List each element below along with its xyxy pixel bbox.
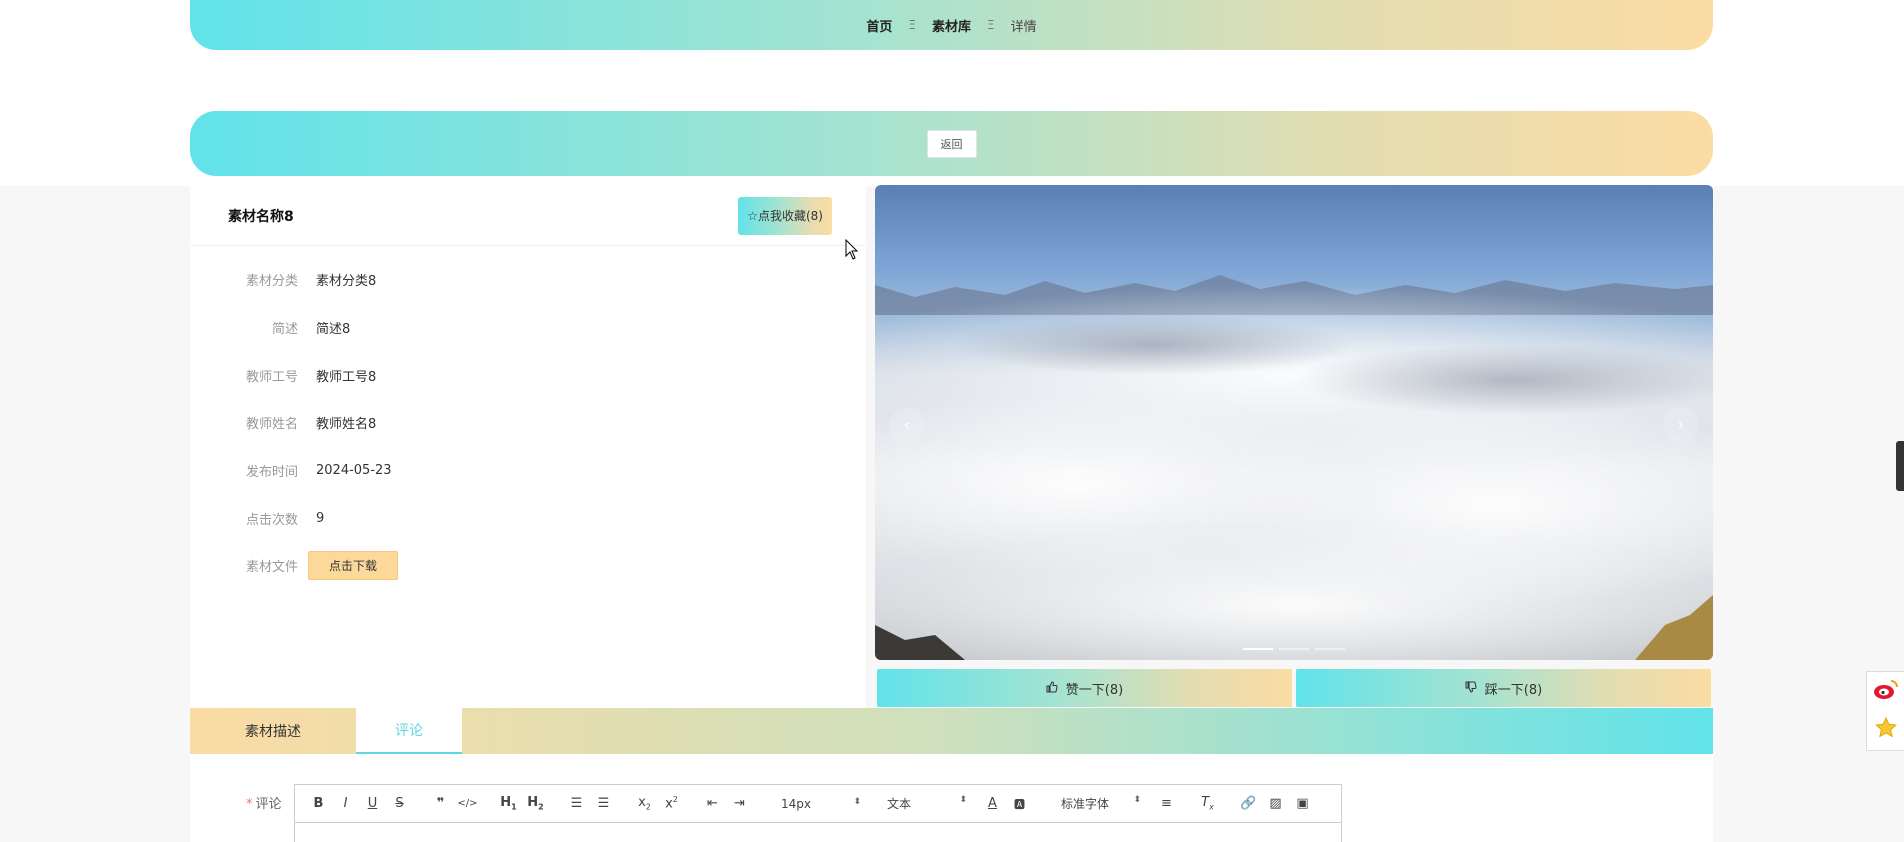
weibo-icon[interactable]	[1873, 678, 1899, 704]
font-family-select[interactable]: 标准字体 ⬍	[1047, 795, 1141, 812]
field-publish-date: 发布时间 2024-05-23	[190, 447, 866, 495]
field-teacher-id: 教师工号 教师工号8	[190, 351, 866, 399]
breadcrumb-library[interactable]: 素材库	[932, 16, 971, 35]
background-color-icon[interactable]: 🅰	[1006, 796, 1033, 812]
chevron-updown-icon: ⬍	[959, 795, 967, 805]
breadcrumb-separator-icon: Ξ	[987, 18, 995, 32]
comment-form: * 评论 B I U S ❞ </> H1 H2 ☰ ☰ x2 x2 ⇤ ⇥ 14…	[190, 754, 1713, 842]
align-icon[interactable]: ≡	[1153, 796, 1180, 811]
like-label: 赞一下(8)	[1065, 682, 1124, 698]
favorite-button[interactable]: ☆点我收藏(8)	[738, 196, 832, 235]
field-label: 教师工号	[245, 369, 298, 385]
carousel-indicators	[875, 648, 1713, 650]
breadcrumb: 首页 Ξ 素材库 Ξ 详情	[190, 0, 1713, 50]
image-carousel[interactable]: ‹ ›	[875, 185, 1713, 660]
thumbs-up-icon	[1046, 680, 1058, 696]
side-drawer-handle[interactable]	[1896, 441, 1904, 491]
chevron-updown-icon: ⬍	[853, 796, 861, 807]
code-block-icon[interactable]: </>	[454, 798, 481, 809]
field-summary: 简述 简述8	[190, 304, 866, 352]
block-type-select[interactable]: 文本 ⬍	[873, 795, 967, 812]
detail-header: 素材名称8 ☆点我收藏(8)	[190, 186, 866, 246]
required-mark: *	[246, 797, 253, 812]
image-icon[interactable]: ▨	[1262, 796, 1289, 811]
ordered-list-icon[interactable]: ☰	[563, 796, 590, 811]
thumbs-down-icon	[1465, 681, 1477, 696]
field-value: 9	[316, 510, 325, 526]
star-favorite-icon[interactable]	[1874, 716, 1898, 744]
detail-info-panel: 素材名称8 ☆点我收藏(8) 素材分类 素材分类8 简述 简述8 教师工号 教师…	[190, 186, 866, 708]
italic-icon[interactable]: I	[332, 796, 359, 811]
field-label: 发布时间	[245, 465, 298, 481]
outdent-icon[interactable]: ⇤	[699, 796, 726, 811]
content-tabs: 素材描述 评论	[190, 708, 1713, 754]
field-label: 素材文件	[245, 560, 298, 576]
share-widget	[1866, 671, 1904, 751]
field-value: 素材分类8	[316, 274, 377, 290]
comment-label-text: 评论	[255, 797, 282, 812]
like-button[interactable]: 赞一下(8)	[877, 669, 1292, 707]
strike-icon[interactable]: S	[386, 796, 413, 811]
carousel-next-icon[interactable]: ›	[1663, 407, 1699, 443]
material-title: 素材名称8	[228, 208, 294, 225]
carousel-prev-icon[interactable]: ‹	[889, 407, 925, 443]
field-file: 素材文件 点击下载	[190, 542, 866, 590]
tab-description[interactable]: 素材描述	[190, 708, 356, 754]
field-value: 2024-05-23	[316, 463, 392, 479]
clear-format-icon[interactable]: Tx	[1194, 795, 1221, 812]
rich-text-editor: B I U S ❞ </> H1 H2 ☰ ☰ x2 x2 ⇤ ⇥ 14px ⬍ …	[294, 784, 1342, 842]
video-icon[interactable]: ▣	[1289, 796, 1316, 811]
field-teacher-name: 教师姓名 教师姓名8	[190, 399, 866, 447]
detail-fields: 素材分类 素材分类8 简述 简述8 教师工号 教师工号8 教师姓名 教师姓名8 …	[190, 246, 866, 590]
field-value: 教师姓名8	[316, 417, 377, 433]
font-size-select[interactable]: 14px ⬍	[767, 797, 861, 811]
bullet-list-icon[interactable]: ☰	[590, 796, 617, 811]
comment-label: * 评论	[246, 793, 282, 812]
field-category: 素材分类 素材分类8	[190, 256, 866, 304]
breadcrumb-current: 详情	[1010, 19, 1037, 35]
download-button[interactable]: 点击下载	[308, 551, 399, 581]
indent-icon[interactable]: ⇥	[726, 796, 753, 811]
breadcrumb-home[interactable]: 首页	[866, 16, 892, 35]
chevron-updown-icon: ⬍	[1133, 795, 1141, 805]
field-click-count: 点击次数 9	[190, 494, 866, 542]
breadcrumb-separator-icon: Ξ	[908, 18, 916, 32]
header-1-icon[interactable]: H1	[495, 795, 522, 812]
header-2-icon[interactable]: H2	[522, 795, 549, 812]
editor-toolbar: B I U S ❞ </> H1 H2 ☰ ☰ x2 x2 ⇤ ⇥ 14px ⬍ …	[295, 785, 1341, 823]
subscript-icon[interactable]: x2	[631, 795, 658, 812]
field-label: 教师姓名	[245, 417, 298, 433]
font-size-value: 14px	[781, 796, 811, 811]
bold-icon[interactable]: B	[305, 796, 332, 811]
field-value: 简述8	[316, 322, 351, 338]
carousel-dot[interactable]	[1315, 648, 1345, 650]
carousel-dot[interactable]	[1243, 648, 1273, 650]
tab-comments[interactable]: 评论	[356, 708, 462, 754]
back-bar: 返回	[190, 111, 1713, 176]
underline-icon[interactable]: U	[359, 796, 386, 811]
back-button[interactable]: 返回	[926, 129, 977, 158]
dislike-button[interactable]: 踩一下(8)	[1296, 669, 1711, 707]
font-family-value: 标准字体	[1061, 797, 1110, 811]
blockquote-icon[interactable]: ❞	[427, 796, 454, 811]
font-color-icon[interactable]: A	[979, 796, 1006, 811]
superscript-icon[interactable]: x2	[658, 795, 685, 811]
carousel-dot[interactable]	[1279, 648, 1309, 650]
field-label: 点击次数	[245, 512, 298, 528]
link-icon[interactable]: 🔗	[1235, 796, 1262, 811]
field-value: 教师工号8	[316, 369, 377, 385]
field-label: 素材分类	[245, 274, 298, 290]
carousel-slide-image	[875, 275, 1713, 660]
dislike-label: 踩一下(8)	[1484, 682, 1543, 698]
block-type-value: 文本	[887, 797, 912, 811]
mouse-cursor-icon	[845, 239, 859, 260]
field-label: 简述	[271, 322, 298, 338]
